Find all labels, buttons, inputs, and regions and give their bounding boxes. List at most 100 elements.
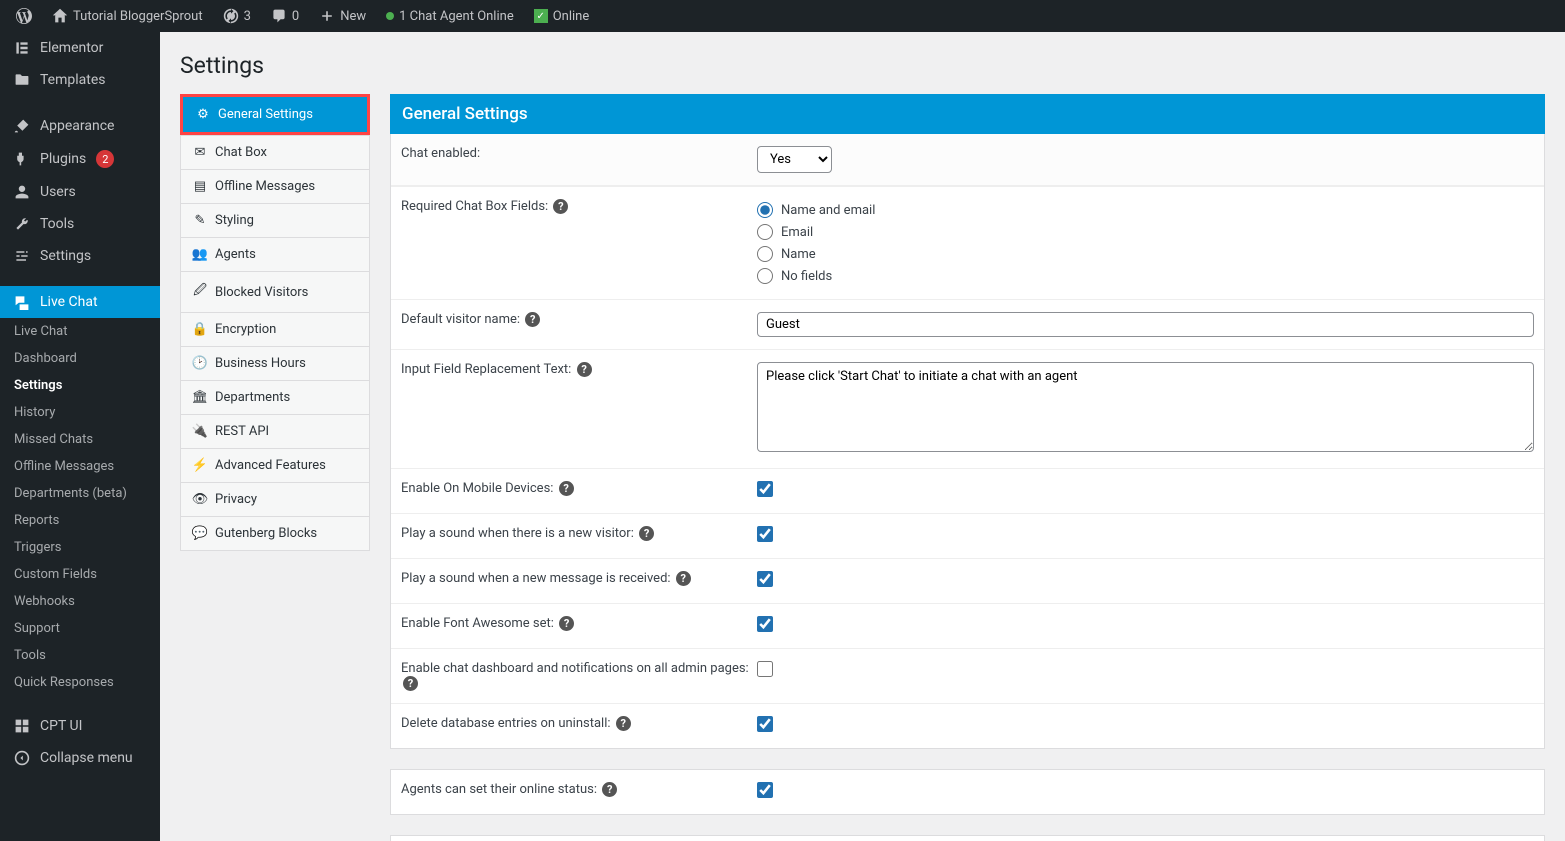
help-icon[interactable]: ? <box>525 312 540 327</box>
settings-nav: ✉Chat Box ▤Offline Messages ✎Styling 👥Ag… <box>180 135 370 551</box>
checkbox-delete-db[interactable] <box>757 716 773 732</box>
sub-quick[interactable]: Quick Responses <box>0 669 160 696</box>
tab-advanced[interactable]: ⚡Advanced Features <box>180 449 370 483</box>
agent-online[interactable]: 1 Chat Agent Online <box>378 0 522 32</box>
page-title: Settings <box>180 52 1545 79</box>
help-icon[interactable]: ? <box>639 526 654 541</box>
help-icon[interactable]: ? <box>403 676 418 691</box>
checkbox-dashboard-all[interactable] <box>757 661 773 677</box>
tab-general-label: General Settings <box>218 107 313 122</box>
help-icon[interactable]: ? <box>602 782 617 797</box>
tab-gutenberg[interactable]: 💬Gutenberg Blocks <box>180 517 370 551</box>
menu-cptui[interactable]: CPT UI <box>0 710 160 742</box>
tab-rest[interactable]: 🔌REST API <box>180 415 370 449</box>
help-icon[interactable]: ? <box>559 616 574 631</box>
sub-webhooks[interactable]: Webhooks <box>0 588 160 615</box>
sub-custom[interactable]: Custom Fields <box>0 561 160 588</box>
sub-settings[interactable]: Settings <box>0 372 160 399</box>
clock-icon: 🕑 <box>193 356 207 371</box>
sub-departments[interactable]: Departments (beta) <box>0 480 160 507</box>
menu-tools-label: Tools <box>40 216 74 232</box>
label-visitor-name: Default visitor name: <box>401 312 520 327</box>
tab-business[interactable]: 🕑Business Hours <box>180 347 370 381</box>
checkbox-sound-visitor[interactable] <box>757 526 773 542</box>
book-icon: ▤ <box>193 179 207 194</box>
sub-history[interactable]: History <box>0 399 160 426</box>
menu-users[interactable]: Users <box>0 176 160 208</box>
tab-agents[interactable]: 👥Agents <box>180 238 370 272</box>
eye-icon: 👁 <box>193 492 207 507</box>
checkbox-mobile[interactable] <box>757 481 773 497</box>
row-delete-db: Delete database entries on uninstall: ? <box>391 703 1544 748</box>
menu-livechat[interactable]: Live Chat <box>0 286 160 318</box>
sub-livechat[interactable]: Live Chat <box>0 318 160 345</box>
help-icon[interactable]: ? <box>676 571 691 586</box>
gear-icon: ⚙ <box>196 107 210 122</box>
new-content[interactable]: New <box>311 0 374 32</box>
plug-icon: 🔌 <box>193 424 207 439</box>
wp-logo[interactable] <box>8 0 40 32</box>
menu-appearance[interactable]: Appearance <box>0 110 160 142</box>
sub-dashboard[interactable]: Dashboard <box>0 345 160 372</box>
agent-online-label: 1 Chat Agent Online <box>399 9 514 24</box>
select-chat-enabled[interactable]: Yes <box>757 146 832 173</box>
tab-offline[interactable]: ▤Offline Messages <box>180 170 370 204</box>
help-icon[interactable]: ? <box>559 481 574 496</box>
help-icon[interactable]: ? <box>553 199 568 214</box>
menu-elementor[interactable]: Elementor <box>0 32 160 64</box>
radio-nofields[interactable]: No fields <box>757 265 1534 287</box>
tab-encryption[interactable]: 🔒Encryption <box>180 313 370 347</box>
tab-styling[interactable]: ✎Styling <box>180 204 370 238</box>
comments-link[interactable]: 0 <box>263 0 307 32</box>
help-icon[interactable]: ? <box>616 716 631 731</box>
radio-name[interactable]: Name <box>757 243 1534 265</box>
sub-support[interactable]: Support <box>0 615 160 642</box>
menu-templates-label: Templates <box>40 72 106 88</box>
sub-triggers[interactable]: Triggers <box>0 534 160 561</box>
site-home[interactable]: Tutorial BloggerSprout <box>44 0 211 32</box>
settings-panel: Chat enabled: Yes Required Chat Box Fiel… <box>390 134 1545 749</box>
row-required: Required Chat Box Fields: ? Name and ema… <box>391 186 1544 299</box>
menu-collapse[interactable]: Collapse menu <box>0 742 160 774</box>
label-chat-enabled: Chat enabled: <box>401 146 757 173</box>
menu-settings[interactable]: Settings <box>0 240 160 272</box>
label-fontawesome: Enable Font Awesome set: <box>401 616 554 631</box>
sliders-icon <box>12 248 32 264</box>
tab-encryption-label: Encryption <box>215 322 276 337</box>
collapse-icon <box>12 750 32 766</box>
help-icon[interactable]: ? <box>577 362 592 377</box>
tab-general[interactable]: ⚙ General Settings <box>183 97 367 132</box>
menu-elementor-label: Elementor <box>40 40 103 56</box>
tab-departments[interactable]: 🏛 Departments <box>180 381 370 415</box>
menu-tools[interactable]: Tools <box>0 208 160 240</box>
input-visitor-name[interactable] <box>757 312 1534 337</box>
radio-email[interactable]: Email <box>757 221 1534 243</box>
tab-departments-label: Departments <box>215 390 290 405</box>
label-mobile: Enable On Mobile Devices: <box>401 481 553 496</box>
sub-reports[interactable]: Reports <box>0 507 160 534</box>
sub-tools[interactable]: Tools <box>0 642 160 669</box>
online-status[interactable]: ✓Online <box>526 0 598 32</box>
tab-blocked[interactable]: 🖉Blocked Visitors <box>180 272 370 313</box>
settings-panel-2: Agents can set their online status: ? <box>390 769 1545 815</box>
tab-chatbox[interactable]: ✉Chat Box <box>180 135 370 170</box>
form-area: General Settings Chat enabled: Yes Requi… <box>390 94 1545 841</box>
sub-offline[interactable]: Offline Messages <box>0 453 160 480</box>
radio-name-email[interactable]: Name and email <box>757 199 1534 221</box>
menu-plugins[interactable]: Plugins2 <box>0 142 160 176</box>
pencil-icon: ✎ <box>193 213 207 228</box>
sub-missed[interactable]: Missed Chats <box>0 426 160 453</box>
online-label: Online <box>553 9 590 24</box>
textarea-input-replacement[interactable]: Please click 'Start Chat' to initiate a … <box>757 362 1534 452</box>
label-required: Required Chat Box Fields: <box>401 199 548 214</box>
checkbox-fontawesome[interactable] <box>757 616 773 632</box>
brush-icon <box>12 118 32 134</box>
updates-link[interactable]: 3 <box>215 0 259 32</box>
comment-icon <box>271 8 287 24</box>
menu-templates[interactable]: Templates <box>0 64 160 96</box>
checkbox-agents-status[interactable] <box>757 782 773 798</box>
building-icon: 🏛 <box>193 390 207 405</box>
separator <box>390 815 1545 835</box>
checkbox-sound-message[interactable] <box>757 571 773 587</box>
tab-privacy[interactable]: 👁Privacy <box>180 483 370 517</box>
